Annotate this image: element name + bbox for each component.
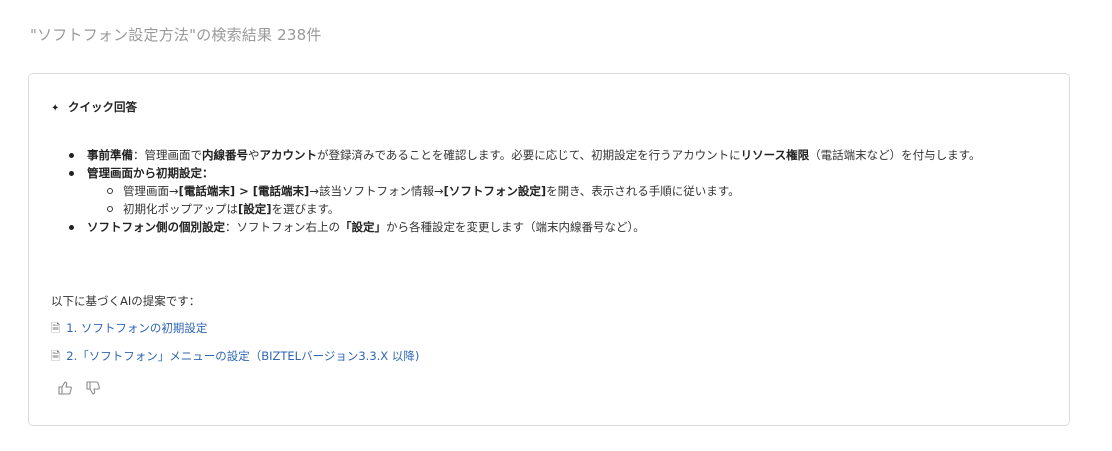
pin-icon: ✦ bbox=[51, 103, 60, 114]
search-results-heading: "ソフトフォン設定方法"の検索結果 238件 bbox=[30, 26, 322, 44]
thumbs-up-icon[interactable] bbox=[57, 380, 73, 396]
thumbs-down-icon[interactable] bbox=[85, 380, 101, 396]
source-link-2[interactable]: 🗎 2.「ソフトフォン」メニューの設定（BIZTELバージョン3.3.X 以降) bbox=[51, 348, 419, 368]
sources-label: 以下に基づくAIの提案です： bbox=[51, 294, 201, 308]
answer-subbullet-navigation: 管理画面→[電話端末] > [電話端末]→該当ソフトフォン情報→[ソフトフォン設… bbox=[107, 182, 1062, 200]
answer-bullet-softphone-settings: ソフトフォン側の個別設定：ソフトフォン右上の「設定」から各種設定を変更します（端… bbox=[69, 218, 1062, 236]
answer-bullet-preparation: 事前準備：管理画面で内線番号やアカウントが登録済みであることを確認します。必要に… bbox=[69, 146, 1062, 164]
quick-answer-title-text: クイック回答 bbox=[68, 100, 137, 114]
answer-subbullet-popup: 初期化ポップアップは[設定]を選びます。 bbox=[107, 200, 1062, 218]
quick-answer-title: ✦ クイック回答 bbox=[51, 99, 137, 115]
quick-answer-card: ✦ クイック回答 事前準備：管理画面で内線番号やアカウントが登録済みであることを確… bbox=[28, 73, 1070, 426]
document-icon: 🗎 bbox=[51, 321, 61, 335]
source-link-2-text[interactable]: 2.「ソフトフォン」メニューの設定（BIZTELバージョン3.3.X 以降) bbox=[66, 349, 419, 363]
feedback-buttons bbox=[57, 380, 101, 396]
document-icon: 🗎 bbox=[51, 349, 61, 363]
source-link-1[interactable]: 🗎 1. ソフトフォンの初期設定 bbox=[51, 320, 207, 340]
quick-answer-body: 事前準備：管理画面で内線番号やアカウントが登録済みであることを確認します。必要に… bbox=[69, 146, 1062, 236]
source-link-1-text[interactable]: 1. ソフトフォンの初期設定 bbox=[66, 321, 207, 335]
answer-bullet-admin-setup: 管理画面から初期設定： 管理画面→[電話端末] > [電話端末]→該当ソフトフォ… bbox=[69, 164, 1062, 218]
